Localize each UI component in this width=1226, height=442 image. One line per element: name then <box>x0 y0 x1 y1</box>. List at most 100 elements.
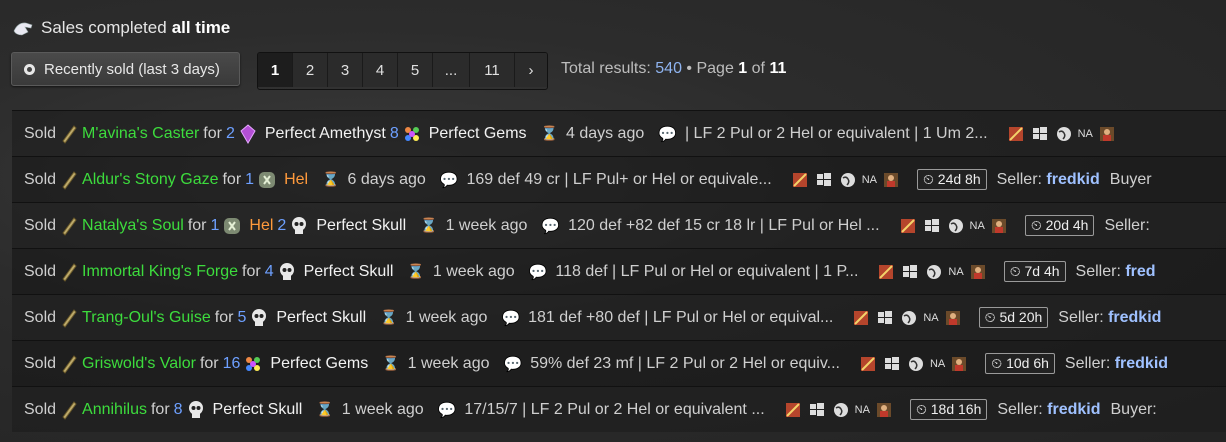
sold-label: Sold <box>24 262 57 280</box>
item-name[interactable]: Trang-Oul's Guise <box>82 309 211 327</box>
listing-description: 169 def 49 cr | LF Pul+ or Hel or equiva… <box>466 170 772 188</box>
header-scope: all time <box>171 18 231 37</box>
item-icon <box>59 353 79 375</box>
seller-info: Seller: <box>1104 216 1150 234</box>
seller-name[interactable]: fredkid <box>1115 355 1168 372</box>
listing-row[interactable]: Sold Annihilus for 8 Perfect Skull ⌛ 1 week ag… <box>12 386 1226 432</box>
hourglass-icon: ⌛ <box>382 355 400 371</box>
listing-age: 1 week ago <box>341 400 424 418</box>
price-item-name: Perfect Amethyst <box>264 124 386 142</box>
item-icon <box>59 169 79 191</box>
item-name[interactable]: Annihilus <box>82 401 147 419</box>
seller-name[interactable]: fred <box>1125 263 1155 280</box>
price-quantity: 8 <box>173 400 183 418</box>
globe-icon <box>901 310 917 326</box>
seller-name[interactable]: fredkid <box>1047 401 1100 418</box>
for-label: for <box>214 308 234 326</box>
windows-icon <box>877 310 893 326</box>
character-class-icon <box>945 310 961 326</box>
price-quantity: 16 <box>222 354 241 372</box>
listing-timer: ⏲ 20d 4h <box>1024 215 1095 236</box>
page-header: Sales completed all time <box>12 14 230 42</box>
listing-timer: ⏲ 5d 20h <box>978 307 1049 328</box>
character-class-icon <box>951 356 967 372</box>
recently-sold-button[interactable]: Recently sold (last 3 days) <box>11 52 240 86</box>
item-icon <box>59 399 79 421</box>
page-5-button[interactable]: 5 <box>398 53 433 87</box>
hourglass-icon: ⌛ <box>322 171 340 187</box>
listing-timer: ⏲ 7d 4h <box>1003 261 1066 282</box>
page-3-button[interactable]: 3 <box>328 53 363 87</box>
windows-icon <box>809 402 825 418</box>
item-name[interactable]: Natalya's Soul <box>82 217 184 235</box>
sold-label: Sold <box>24 354 57 372</box>
listing-description: 118 def | LF Pul or Hel or equivalent | … <box>555 262 859 280</box>
windows-icon <box>1032 126 1048 142</box>
seller-info: Seller: fredkid <box>996 170 1100 188</box>
price-item-name: Perfect Skull <box>316 216 407 234</box>
skull-icon <box>289 215 309 237</box>
amethyst-icon <box>238 123 258 145</box>
windows-icon <box>902 264 918 280</box>
skull-icon <box>186 399 206 421</box>
buyer-label: Buyer: <box>1110 400 1157 418</box>
price-quantity: 2 <box>225 124 235 142</box>
listing-row[interactable]: Sold Trang-Oul's Guise for 5 Perfect Skull ⌛ 1… <box>12 294 1226 340</box>
price-quantity: 2 <box>277 216 287 234</box>
comment-icon: 💬 <box>541 217 561 235</box>
windows-icon <box>924 218 940 234</box>
price-quantity: 4 <box>264 262 274 280</box>
listing-description: 59% def 23 mf | LF 2 Pul or 2 Hel or equ… <box>530 354 840 372</box>
listing-row[interactable]: Sold Immortal King's Forge for 4 Perfect Sku… <box>12 248 1226 294</box>
buyer-label: Buyer <box>1109 170 1152 188</box>
price-item-name: Hel <box>284 170 309 188</box>
ladder-off-icon <box>853 310 869 326</box>
item-icon <box>59 215 79 237</box>
page-4-button[interactable]: 4 <box>363 53 398 87</box>
listing-age: 1 week ago <box>445 216 528 234</box>
header-title: Sales completed <box>41 18 167 37</box>
listing-age: 1 week ago <box>405 308 488 326</box>
globe-icon <box>833 402 849 418</box>
seller-name[interactable]: fredkid <box>1046 171 1099 188</box>
listing-row[interactable]: Sold M'avina's Caster for 2 Perfect Amethyst… <box>12 110 1226 156</box>
total-pages: 11 <box>769 60 787 77</box>
page-1-button[interactable]: 1 <box>258 53 293 87</box>
listing-row[interactable]: Sold Aldur's Stony Gaze for 1 Hel ⌛ 6 days ago… <box>12 156 1226 202</box>
price-quantity: 1 <box>210 216 220 234</box>
character-class-icon <box>876 402 892 418</box>
gems-icon <box>243 353 263 375</box>
price-quantity: 8 <box>389 124 399 142</box>
price-item-name: Perfect Skull <box>303 262 394 280</box>
total-results: Total results: 540 • Page 1 of 11 <box>561 60 786 78</box>
gems-icon <box>402 123 422 145</box>
listing-description: 17/15/7 | LF 2 Pul or 2 Hel or equivalen… <box>464 400 765 418</box>
sold-label: Sold <box>24 308 57 326</box>
character-class-icon <box>991 218 1007 234</box>
item-name[interactable]: Griswold's Valor <box>82 355 196 373</box>
next-page-button[interactable]: › <box>515 53 547 87</box>
for-label: for <box>187 216 207 234</box>
page-2-button[interactable]: 2 <box>293 53 328 87</box>
item-icon <box>59 123 79 145</box>
item-name[interactable]: Immortal King's Forge <box>82 263 238 281</box>
page-11-button[interactable]: 11 <box>470 53 515 87</box>
price-item-name: Perfect Skull <box>276 308 367 326</box>
listing-row[interactable]: Sold Natalya's Soul for 1 Hel 2 Perfect Skull ⌛… <box>12 202 1226 248</box>
character-class-icon <box>883 172 899 188</box>
skull-icon <box>277 261 297 283</box>
comment-icon: 💬 <box>503 355 523 373</box>
price-quantity: 5 <box>237 308 247 326</box>
rune-icon <box>257 169 277 191</box>
seller-name[interactable]: fredkid <box>1108 309 1161 326</box>
for-label: for <box>199 354 219 372</box>
radio-dot-icon <box>24 63 35 75</box>
item-name[interactable]: Aldur's Stony Gaze <box>82 171 218 189</box>
hourglass-icon: ⌛ <box>540 125 558 141</box>
listing-age: 1 week ago <box>407 354 490 372</box>
listing-row[interactable]: Sold Griswold's Valor for 16 Perfect Gems ⌛ 1 … <box>12 340 1226 386</box>
region-label: NA <box>923 311 939 324</box>
item-name[interactable]: M'avina's Caster <box>82 125 199 143</box>
total-results-count: 540 <box>655 60 682 77</box>
seller-info: Seller: fredkid <box>1058 308 1162 326</box>
